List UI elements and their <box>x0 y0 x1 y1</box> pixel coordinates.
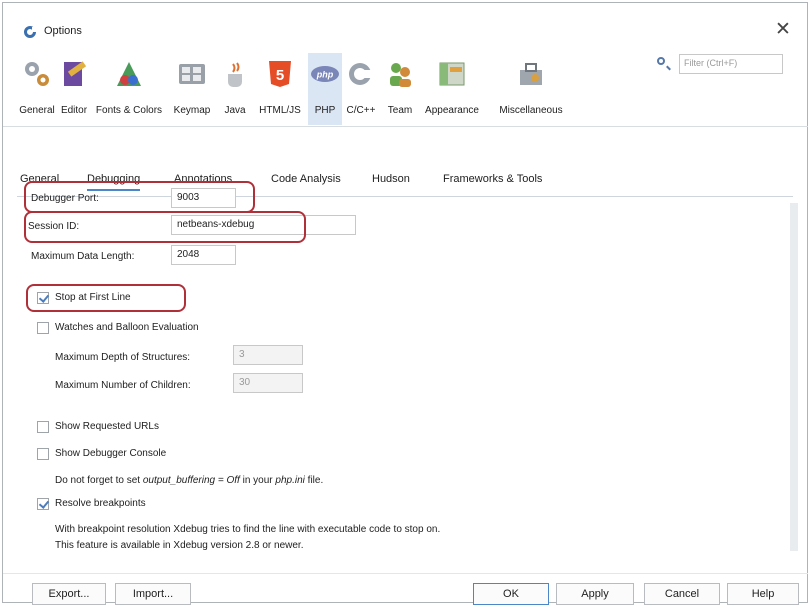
category-label: PHP <box>314 105 336 116</box>
category-label: HTML/JS <box>259 105 301 116</box>
category-label: Miscellaneous <box>499 105 563 116</box>
max-data-length-label: Maximum Data Length: <box>31 251 135 262</box>
html5-shield-icon: 5 <box>269 61 291 87</box>
java-cup-icon <box>228 62 242 87</box>
show-requested-urls-checkbox[interactable] <box>37 421 49 433</box>
note-middle: in your <box>239 475 276 486</box>
category-fonts-colors[interactable]: Fonts & Colors <box>92 53 166 125</box>
keymap-keyboard-icon <box>179 64 205 84</box>
options-dialog: Options ✕ Filter (Ctrl+F) General Editor… <box>2 2 808 605</box>
category-label: Keymap <box>173 105 211 116</box>
category-toolbar: General Editor Fonts & Colors Keymap Jav… <box>18 53 658 125</box>
resolve-note-line2: This feature is available in Xdebug vers… <box>55 540 304 551</box>
php-logo-icon: php <box>311 66 339 82</box>
max-depth-label: Maximum Depth of Structures: <box>55 352 191 363</box>
category-miscellaneous[interactable]: Miscellaneous <box>484 53 578 125</box>
fonts-colors-palette-icon <box>117 62 141 86</box>
close-icon[interactable]: ✕ <box>775 20 791 39</box>
svg-text:5: 5 <box>276 67 284 84</box>
category-appearance[interactable]: Appearance <box>420 53 484 125</box>
export-button[interactable]: Export... <box>32 583 106 605</box>
resolve-breakpoints-label: Resolve breakpoints <box>55 498 146 509</box>
filter-search: Filter (Ctrl+F) <box>655 54 785 74</box>
debugging-panel: Debugger Port: 9003 Session ID: netbeans… <box>18 181 793 573</box>
search-icon <box>657 57 665 65</box>
team-people-icon <box>390 63 411 87</box>
help-button[interactable]: Help <box>727 583 799 605</box>
title-bar: Options ✕ <box>3 3 807 49</box>
max-children-field[interactable]: 30 <box>233 373 303 393</box>
watches-balloon-label: Watches and Balloon Evaluation <box>55 322 199 333</box>
import-button[interactable]: Import... <box>115 583 191 605</box>
session-id-highlight <box>24 211 306 243</box>
resolve-breakpoints-checkbox[interactable] <box>37 498 49 510</box>
tab-code-analysis[interactable]: Code Analysis <box>271 173 341 185</box>
note-prefix: Do not forget to set <box>55 475 143 486</box>
max-children-label: Maximum Number of Children: <box>55 380 191 391</box>
stop-at-first-line-highlight <box>26 284 186 312</box>
resolve-note-line1: With breakpoint resolution Xdebug tries … <box>55 524 441 535</box>
category-label: Editor <box>60 105 88 116</box>
apply-button[interactable]: Apply <box>556 583 634 605</box>
cpp-logo-icon <box>349 63 373 85</box>
category-c-cpp[interactable]: C/C++ <box>342 53 380 125</box>
category-label: Java <box>224 105 246 116</box>
ok-button[interactable]: OK <box>473 583 549 605</box>
note-file: php.ini <box>275 475 305 486</box>
netbeans-logo-icon <box>24 26 37 38</box>
button-bar-divider <box>3 573 808 574</box>
category-team[interactable]: Team <box>380 53 420 125</box>
category-label: Appearance <box>425 105 479 116</box>
show-debugger-console-checkbox[interactable] <box>37 448 49 460</box>
filter-input[interactable]: Filter (Ctrl+F) <box>679 54 783 74</box>
svg-text:php: php <box>316 70 334 80</box>
appearance-window-icon <box>439 62 465 86</box>
show-requested-urls-label: Show Requested URLs <box>55 421 159 432</box>
tab-hudson[interactable]: Hudson <box>372 173 410 185</box>
general-gears-icon <box>25 62 49 86</box>
show-debugger-console-label: Show Debugger Console <box>55 448 167 459</box>
category-label: C/C++ <box>346 105 376 116</box>
panel-scrollbar[interactable] <box>790 203 798 551</box>
toolbar-divider <box>3 126 808 127</box>
output-buffering-note: Do not forget to set output_buffering = … <box>55 475 323 486</box>
max-data-length-field[interactable]: 2048 <box>171 245 236 265</box>
category-java[interactable]: Java <box>218 53 252 125</box>
category-label: Team <box>387 105 413 116</box>
category-keymap[interactable]: Keymap <box>166 53 218 125</box>
debugger-port-highlight <box>24 181 255 213</box>
note-setting: output_buffering = Off <box>142 475 240 486</box>
cancel-button[interactable]: Cancel <box>644 583 720 605</box>
category-editor[interactable]: Editor <box>56 53 92 125</box>
category-label: Fonts & Colors <box>95 105 163 116</box>
category-label: General <box>19 105 55 116</box>
category-html-js[interactable]: 5 HTML/JS <box>252 53 308 125</box>
window-title: Options <box>44 25 82 37</box>
miscellaneous-toolbox-icon <box>520 63 542 85</box>
max-depth-field[interactable]: 3 <box>233 345 303 365</box>
note-suffix: file. <box>304 475 324 486</box>
watches-balloon-checkbox[interactable] <box>37 322 49 334</box>
category-php[interactable]: php PHP <box>308 53 342 125</box>
category-general[interactable]: General <box>18 53 56 125</box>
tab-frameworks-tools[interactable]: Frameworks & Tools <box>443 173 542 185</box>
editor-pen-icon <box>64 61 87 86</box>
